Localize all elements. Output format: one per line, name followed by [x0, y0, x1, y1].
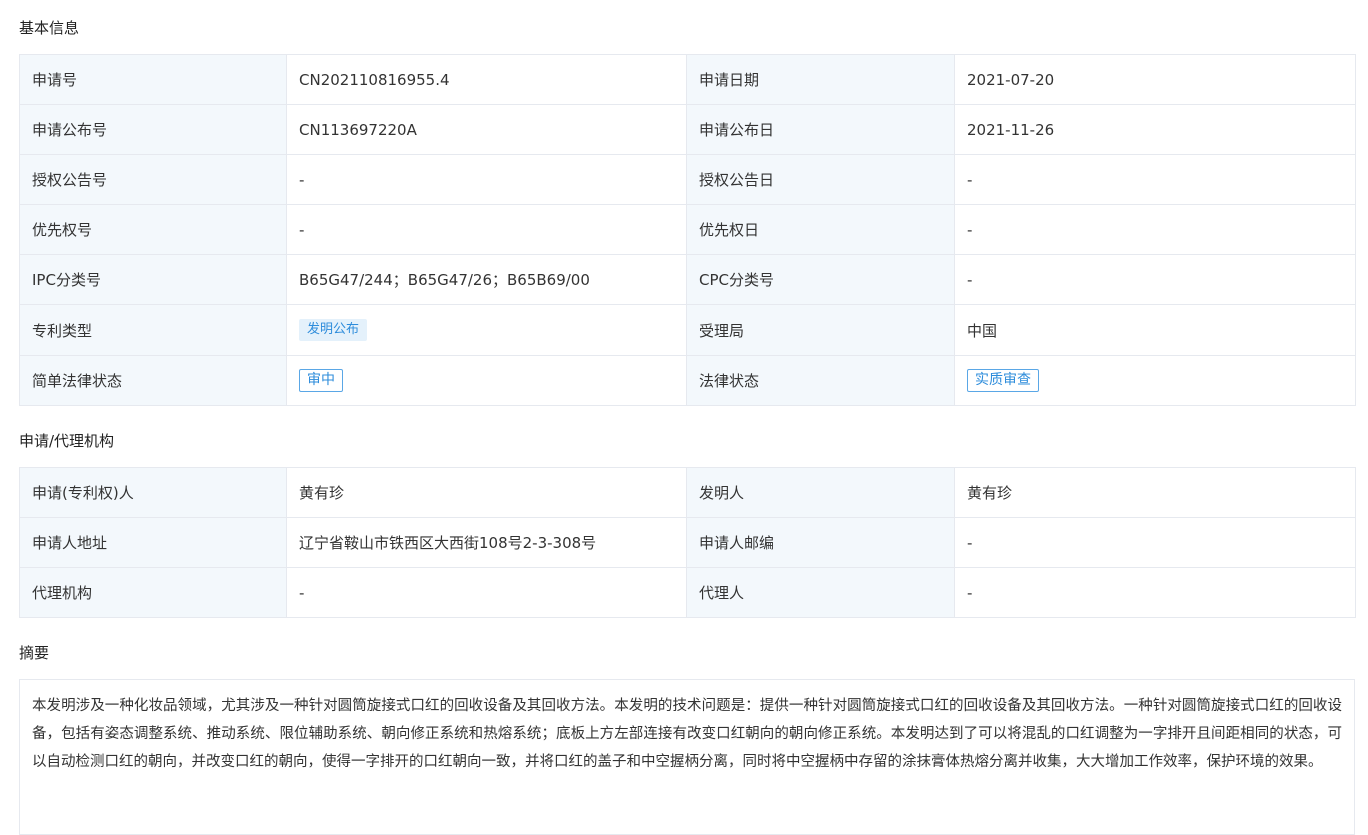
- pub-no-value: CN113697220A: [286, 104, 687, 155]
- legal-status-tag[interactable]: 实质审查: [967, 369, 1039, 392]
- section-title-basic-info: 基本信息: [19, 19, 80, 37]
- table-row: 简单法律状态 审中 法律状态 实质审查: [19, 355, 1356, 406]
- table-row: 授权公告号 - 授权公告日 -: [19, 154, 1356, 205]
- section-title-abstract: 摘要: [19, 644, 50, 662]
- legal-status-cell: 实质审查: [954, 355, 1356, 406]
- app-no-label: 申请号: [19, 54, 287, 105]
- patent-type-label: 专利类型: [19, 304, 287, 356]
- table-row: 专利类型 发明公布 受理局 中国: [19, 304, 1356, 356]
- priority-date-label: 优先权日: [686, 204, 955, 255]
- agency-value: -: [286, 567, 687, 618]
- table-row: 优先权号 - 优先权日 -: [19, 204, 1356, 255]
- inventor-label: 发明人: [686, 467, 955, 518]
- grant-date-value: -: [954, 154, 1356, 205]
- pub-date-value: 2021-11-26: [954, 104, 1356, 155]
- cpc-label: CPC分类号: [686, 254, 955, 305]
- office-value: 中国: [954, 304, 1356, 356]
- table-row: 代理机构 - 代理人 -: [19, 567, 1356, 618]
- basic-info-table: 申请号 CN202110816955.4 申请日期 2021-07-20 申请公…: [19, 54, 1356, 406]
- table-row: 申请人地址 辽宁省鞍山市铁西区大西街108号2-3-308号 申请人邮编 -: [19, 517, 1356, 568]
- simple-status-cell: 审中: [286, 355, 687, 406]
- app-date-value: 2021-07-20: [954, 54, 1356, 105]
- address-label: 申请人地址: [19, 517, 287, 568]
- address-value: 辽宁省鞍山市铁西区大西街108号2-3-308号: [286, 517, 687, 568]
- pub-date-label: 申请公布日: [686, 104, 955, 155]
- simple-status-label: 简单法律状态: [19, 355, 287, 406]
- priority-date-value: -: [954, 204, 1356, 255]
- table-row: 申请号 CN202110816955.4 申请日期 2021-07-20: [19, 54, 1356, 105]
- patent-type-cell: 发明公布: [286, 304, 687, 356]
- ipc-label: IPC分类号: [19, 254, 287, 305]
- postcode-value: -: [954, 517, 1356, 568]
- agent-label: 代理人: [686, 567, 955, 618]
- simple-status-tag[interactable]: 审中: [299, 369, 343, 392]
- grant-no-value: -: [286, 154, 687, 205]
- agency-table: 申请(专利权)人 黄有珍 发明人 黄有珍 申请人地址 辽宁省鞍山市铁西区大西街1…: [19, 467, 1356, 618]
- applicant-label: 申请(专利权)人: [19, 467, 287, 518]
- abstract-text: 本发明涉及一种化妆品领域，尤其涉及一种针对圆筒旋接式口红的回收设备及其回收方法。…: [19, 679, 1355, 835]
- priority-no-label: 优先权号: [19, 204, 287, 255]
- ipc-value: B65G47/244；B65G47/26；B65B69/00: [286, 254, 687, 305]
- grant-no-label: 授权公告号: [19, 154, 287, 205]
- table-row: IPC分类号 B65G47/244；B65G47/26；B65B69/00 CP…: [19, 254, 1356, 305]
- pub-no-label: 申请公布号: [19, 104, 287, 155]
- table-row: 申请(专利权)人 黄有珍 发明人 黄有珍: [19, 467, 1356, 518]
- section-title-agency: 申请/代理机构: [19, 432, 115, 450]
- priority-no-value: -: [286, 204, 687, 255]
- legal-status-label: 法律状态: [686, 355, 955, 406]
- office-label: 受理局: [686, 304, 955, 356]
- cpc-value: -: [954, 254, 1356, 305]
- postcode-label: 申请人邮编: [686, 517, 955, 568]
- agent-value: -: [954, 567, 1356, 618]
- inventor-value[interactable]: 黄有珍: [954, 467, 1356, 518]
- applicant-value[interactable]: 黄有珍: [286, 467, 687, 518]
- app-no-value: CN202110816955.4: [286, 54, 687, 105]
- agency-label: 代理机构: [19, 567, 287, 618]
- grant-date-label: 授权公告日: [686, 154, 955, 205]
- patent-type-tag: 发明公布: [299, 319, 368, 341]
- table-row: 申请公布号 CN113697220A 申请公布日 2021-11-26: [19, 104, 1356, 155]
- app-date-label: 申请日期: [686, 54, 955, 105]
